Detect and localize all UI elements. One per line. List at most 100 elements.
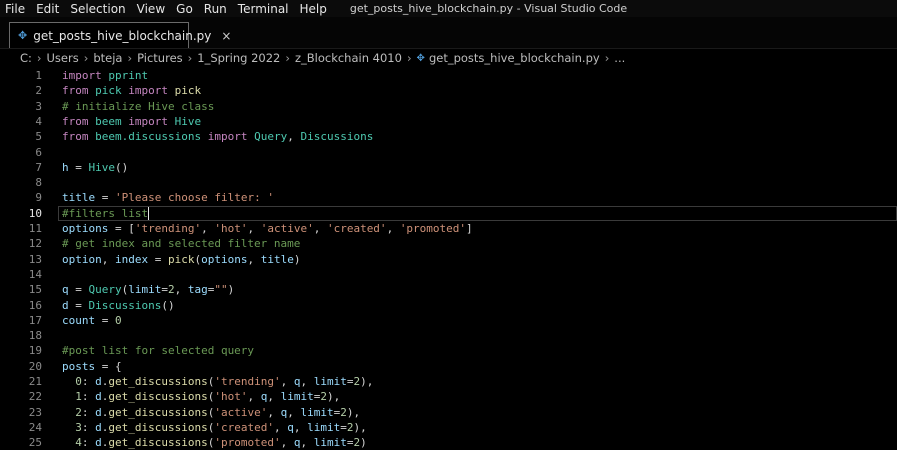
breadcrumb-item[interactable]: Users — [47, 51, 79, 65]
code-token: Hive — [88, 160, 116, 174]
code-line[interactable]: 20 posts = { — [0, 359, 897, 374]
close-icon[interactable]: × — [221, 29, 231, 43]
menu-item-edit[interactable]: Edit — [36, 2, 59, 16]
code-line[interactable]: 12 # get index and selected filter name — [0, 236, 897, 251]
breadcrumb-item[interactable]: C: — [20, 51, 32, 65]
breadcrumb-item[interactable]: Pictures — [137, 51, 183, 65]
code-token: options — [201, 252, 248, 266]
breadcrumb-item[interactable]: z_Blockchain 4010 — [295, 51, 402, 65]
code-line[interactable]: 8 — [0, 175, 897, 190]
code-token: import — [128, 114, 168, 128]
code-text: posts = { — [62, 359, 122, 374]
code-token: import — [128, 84, 168, 98]
code-line[interactable]: 22 1: d.get_discussions('hot', q, limit=… — [0, 389, 897, 404]
menu-item-run[interactable]: Run — [204, 2, 227, 16]
code-token: from — [62, 130, 89, 144]
code-token: : — [81, 390, 96, 404]
code-token: , — [247, 222, 261, 235]
code-token: , — [267, 390, 281, 404]
breadcrumb-item[interactable]: bteja — [93, 51, 122, 65]
code-token: = — [340, 420, 347, 434]
code-token: tag — [187, 283, 208, 297]
menu-item-go[interactable]: Go — [176, 2, 193, 16]
menu-item-help[interactable]: Help — [300, 2, 327, 16]
code-text: #filters list — [62, 206, 150, 221]
code-line[interactable]: 7 h = Hive() — [0, 160, 897, 175]
code-line[interactable]: 3 # initialize Hive class — [0, 99, 897, 114]
code-token: , — [287, 405, 301, 419]
line-number: 3 — [35, 99, 42, 113]
code-token: 0 — [115, 313, 122, 327]
code-text: import pprint — [62, 68, 148, 83]
code-token: , — [247, 390, 261, 404]
code-line[interactable]: 19 #post list for selected query — [0, 343, 897, 358]
code-line[interactable]: 2 from pick import pick — [0, 83, 897, 98]
code-token: 'hot' — [214, 390, 248, 404]
code-token: 1 — [75, 390, 82, 404]
code-editor[interactable]: 1 import pprint 2 from pick import pick 3 # i… — [0, 67, 897, 449]
code-line[interactable]: 13 option, index = pick(options, title) — [0, 252, 897, 267]
line-number: 12 — [28, 237, 42, 251]
line-number: 6 — [35, 145, 42, 159]
code-token: ) — [227, 283, 235, 297]
code-token: posts — [62, 359, 96, 373]
breadcrumb-item[interactable]: ... — [614, 51, 625, 65]
code-token: pick — [168, 252, 195, 266]
breadcrumb-item[interactable]: get_posts_hive_blockchain.py — [429, 51, 600, 65]
code-line[interactable]: 25 4: d.get_discussions('promoted', q, l… — [0, 435, 897, 450]
code-token: title — [260, 252, 294, 266]
line-number: 16 — [28, 298, 42, 312]
code-token: "" — [214, 283, 228, 297]
code-line[interactable]: 23 2: d.get_discussions('active', q, lim… — [0, 405, 897, 420]
code-token: = — [68, 160, 89, 174]
code-token: , — [287, 130, 301, 144]
menu-item-view[interactable]: View — [137, 2, 165, 16]
menu-item-selection[interactable]: Selection — [70, 2, 125, 16]
code-token: 3 — [75, 420, 82, 434]
code-line[interactable]: 24 3: d.get_discussions('created', q, li… — [0, 420, 897, 435]
chevron-right-icon: › — [187, 51, 193, 65]
code-token: Discussions — [300, 130, 374, 144]
code-line[interactable]: 17 count = 0 — [0, 313, 897, 328]
line-number: 4 — [35, 114, 42, 128]
breadcrumb: C: › Users › bteja › Pictures › 1_Spring 2022 › z_… — [0, 49, 897, 67]
code-line[interactable]: 9 title = 'Please choose filter: ' — [0, 190, 897, 205]
menu-item-terminal[interactable]: Terminal — [238, 2, 289, 16]
code-token: = — [95, 191, 115, 205]
title-bar: File Edit Selection View Go Run Terminal Help g… — [0, 0, 897, 17]
line-number: 18 — [28, 329, 42, 343]
code-token: () — [161, 298, 175, 312]
code-line[interactable]: 10 #filters list — [0, 205, 897, 221]
code-line[interactable]: 16 d = Discussions() — [0, 298, 897, 313]
code-text: 2: d.get_discussions('active', q, limit=… — [62, 405, 360, 420]
breadcrumb-item[interactable]: 1_Spring 2022 — [197, 51, 280, 65]
code-token: , — [101, 252, 115, 266]
code-line[interactable]: 5 from beem.discussions import Query, Dis… — [0, 129, 897, 144]
code-token: q — [287, 420, 294, 434]
code-token: () — [115, 160, 129, 174]
code-line[interactable]: 14 — [0, 267, 897, 282]
code-token: , — [313, 222, 327, 235]
code-token: limit — [313, 436, 347, 450]
code-token: 2 — [75, 405, 82, 419]
code-line[interactable]: 21 0: d.get_discussions('trending', q, l… — [0, 374, 897, 389]
code-text: from pick import pick — [62, 83, 201, 98]
line-number: 9 — [35, 191, 42, 205]
code-line[interactable]: 6 — [0, 145, 897, 160]
menu-item-file[interactable]: File — [5, 2, 25, 16]
code-text: # get index and selected filter name — [62, 236, 300, 251]
code-token: = — [68, 298, 89, 312]
code-line[interactable]: 4 from beem import Hive — [0, 114, 897, 129]
current-line-highlight — [58, 205, 897, 221]
code-line[interactable]: 1 import pprint — [0, 68, 897, 83]
code-line[interactable]: 15 q = Query(limit=2, tag="") — [0, 282, 897, 297]
code-line[interactable]: 11 options = ['trending', 'hot', 'active'… — [0, 221, 897, 236]
line-number: 5 — [35, 130, 42, 144]
code-text: #post list for selected query — [62, 343, 254, 358]
code-line[interactable]: 18 — [0, 328, 897, 343]
tab-editor-file[interactable]: ✥ get_posts_hive_blockchain.py × — [9, 22, 231, 48]
code-text: 1: d.get_discussions('hot', q, limit=2), — [62, 389, 340, 404]
